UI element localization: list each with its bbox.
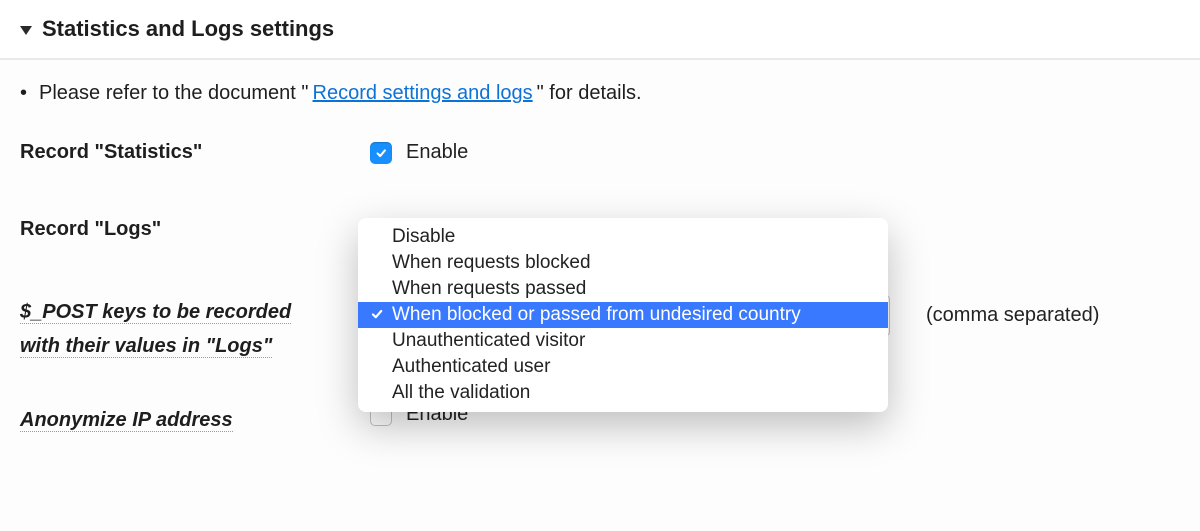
check-icon [375,147,387,159]
label-record-logs: Record "Logs" [20,218,161,240]
label-anonymize-ip: Anonymize IP address [20,409,233,432]
dropdown-item[interactable]: When requests passed [358,276,888,302]
dropdown-item-label: Disable [392,226,455,248]
dropdown-item-label: When requests passed [392,278,586,300]
record-statistics-enable-label: Enable [406,141,468,164]
dropdown-item-label: Unauthenticated visitor [392,330,585,352]
section-title: Statistics and Logs settings [42,16,334,42]
dropdown-item[interactable]: Disable [358,224,888,250]
row-record-statistics: Record "Statistics" Enable [20,141,1180,164]
dropdown-item-label: When blocked or passed from undesired co… [392,304,801,326]
bullet-icon: • [20,82,27,105]
dropdown-item[interactable]: Unauthenticated visitor [358,328,888,354]
intro-suffix: " for details. [537,82,642,105]
dropdown-item[interactable]: When blocked or passed from undesired co… [358,302,888,328]
section-header[interactable]: Statistics and Logs settings [0,0,1200,59]
caret-down-icon [20,26,32,35]
label-post-keys-line1: $_POST keys to be recorded [20,301,291,324]
dropdown-item[interactable]: Authenticated user [358,354,888,380]
settings-panel: • Please refer to the document " Record … [0,59,1200,531]
dropdown-item-label: Authenticated user [392,356,550,378]
dropdown-item[interactable]: When requests blocked [358,250,888,276]
label-post-keys: $_POST keys to be recorded with their va… [20,295,370,363]
check-icon [370,307,384,321]
post-keys-hint: (comma separated) [926,304,1099,327]
dropdown-item-label: All the validation [392,382,530,404]
dropdown-item-label: When requests blocked [392,252,591,274]
dropdown-item[interactable]: All the validation [358,380,888,406]
intro-line: • Please refer to the document " Record … [20,82,1180,105]
docs-link[interactable]: Record settings and logs [313,82,533,105]
record-statistics-checkbox[interactable] [370,142,392,164]
label-post-keys-line2: with their values in "Logs" [20,335,272,358]
label-record-statistics: Record "Statistics" [20,141,202,163]
intro-prefix: Please refer to the document " [39,82,308,105]
record-logs-dropdown[interactable]: Disable When requests blocked When request… [358,218,888,412]
